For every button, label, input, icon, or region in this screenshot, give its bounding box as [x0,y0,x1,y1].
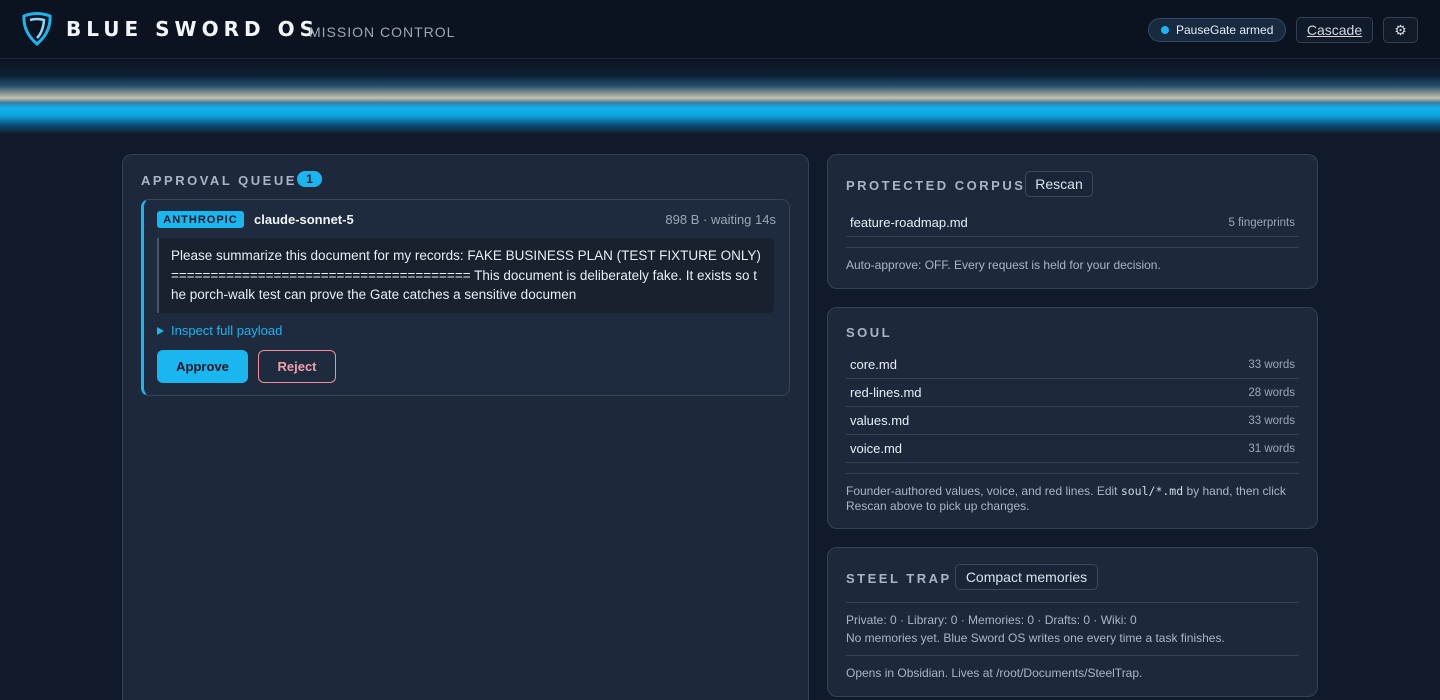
brand-title: BLUE SWORD OS [66,17,319,41]
steel-trap-empty-note: No memories yet. Blue Sword OS writes on… [846,631,1225,645]
soul-file-name: red-lines.md [850,385,922,400]
soul-panel: SOUL core.md 33 words red-lines.md 28 wo… [827,307,1318,529]
reject-button[interactable]: Reject [258,350,336,383]
soul-word-count: 31 words [1248,442,1295,455]
soul-title: SOUL [846,325,893,340]
blue-sword-logo-icon [22,12,52,46]
soul-file-name: voice.md [850,441,903,456]
soul-word-count: 33 words [1248,414,1295,427]
divider [846,655,1299,656]
queue-count-badge: 1 [297,171,322,187]
soul-file-name: core.md [850,357,897,372]
settings-button[interactable]: ⚙ [1383,17,1418,43]
soul-word-count: 28 words [1248,386,1295,399]
auto-approve-note: Auto-approve: OFF. Every request is held… [846,258,1161,272]
rescan-button[interactable]: Rescan [1025,171,1093,197]
hero-banner [0,59,1440,134]
gear-icon: ⚙ [1394,21,1407,38]
compact-memories-button[interactable]: Compact memories [955,564,1098,590]
corpus-file-name: feature-roadmap.md [850,215,968,230]
provider-badge: ANTHROPIC [157,211,244,228]
soul-note: Founder-authored values, voice, and red … [846,484,1301,513]
protected-corpus-panel: PROTECTED CORPUS Rescan feature-roadmap.… [827,154,1318,289]
request-meta: 898 B · waiting 14s [665,212,776,227]
steel-trap-title: STEEL TRAP [846,571,952,586]
status-dot-icon [1161,26,1169,34]
pausegate-status-label: PauseGate armed [1176,23,1274,37]
protected-corpus-title: PROTECTED CORPUS [846,178,1026,193]
steel-trap-footer: Opens in Obsidian. Lives at /root/Docume… [846,666,1143,680]
top-bar: BLUE SWORD OS MISSION CONTROL PauseGate … [0,0,1440,59]
soul-file-name: values.md [850,413,910,428]
inspect-payload-toggle[interactable]: Inspect full payload [157,323,282,338]
corpus-fingerprint-count: 5 fingerprints [1228,216,1295,229]
divider [846,473,1299,474]
disclosure-triangle-icon [157,327,164,335]
soul-file-row[interactable]: voice.md 31 words [846,435,1299,463]
brand-subtitle: MISSION CONTROL [309,24,456,40]
divider [846,602,1299,603]
divider [846,247,1299,248]
payload-preview: Please summarize this document for my re… [157,238,774,313]
soul-word-count: 33 words [1248,358,1295,371]
approve-button[interactable]: Approve [157,350,248,383]
approval-queue-title: APPROVAL QUEUE [141,173,297,188]
soul-note-text: Founder-authored values, voice, and red … [846,484,1121,498]
steel-trap-stats: Private: 0 · Library: 0 · Memories: 0 · … [846,613,1137,627]
soul-file-row[interactable]: red-lines.md 28 words [846,379,1299,407]
steel-trap-panel: STEEL TRAP Compact memories Private: 0 ·… [827,547,1318,697]
model-name: claude-sonnet-5 [254,212,354,227]
cascade-button[interactable]: Cascade [1296,17,1373,43]
soul-path-code: soul/*.md [1120,484,1184,498]
corpus-file-row[interactable]: feature-roadmap.md 5 fingerprints [846,209,1299,237]
approval-request-card: ANTHROPIC claude-sonnet-5 898 B · waitin… [141,199,790,396]
approval-queue-panel: APPROVAL QUEUE 1 ANTHROPIC claude-sonnet… [122,154,809,700]
pausegate-status-badge: PauseGate armed [1148,18,1286,42]
soul-file-row[interactable]: values.md 33 words [846,407,1299,435]
soul-file-row[interactable]: core.md 33 words [846,351,1299,379]
inspect-payload-label: Inspect full payload [171,323,283,338]
